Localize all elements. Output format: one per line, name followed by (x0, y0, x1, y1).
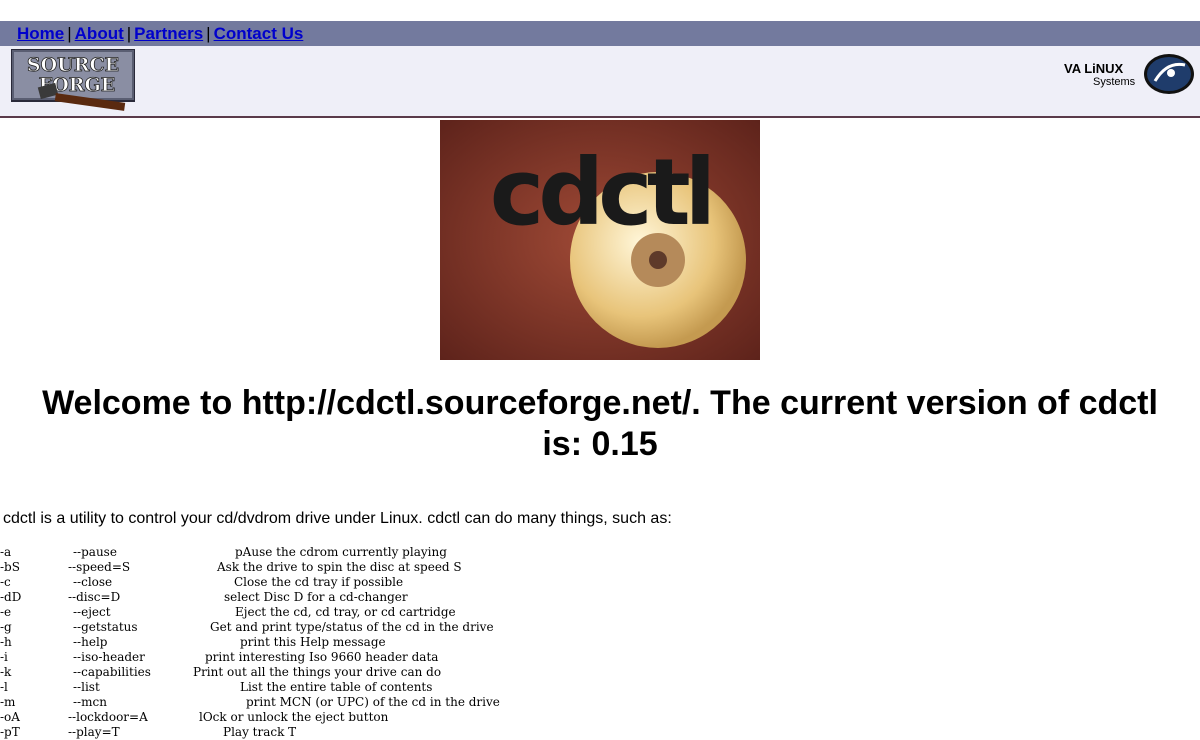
option-short: -a (0, 545, 12, 559)
option-short: -c (0, 575, 11, 589)
option-short: -l (0, 680, 8, 694)
option-desc: print interesting Iso 9660 header data (205, 650, 439, 664)
cdctl-logo-image: cdctl (440, 120, 760, 360)
option-desc: print MCN (or UPC) of the cd in the driv… (246, 695, 500, 709)
option-desc: Get and print type/status of the cd in t… (210, 620, 494, 634)
nav-link-about[interactable]: About (75, 24, 124, 43)
option-short: -pT (0, 725, 20, 739)
option-long: --eject (73, 605, 111, 619)
nav-separator: | (206, 24, 211, 43)
option-short: -m (0, 695, 16, 709)
nav-link-partners[interactable]: Partners (134, 24, 203, 43)
option-long: --speed=S (68, 560, 131, 574)
option-desc: Print out all the things your drive can … (193, 665, 442, 679)
option-desc: Ask the drive to spin the disc at speed … (217, 560, 462, 574)
option-long: --help (73, 635, 108, 649)
option-long: --iso-header (73, 650, 145, 664)
option-desc: Play track T (223, 725, 297, 739)
option-long: --disc=D (68, 590, 121, 604)
intro-text: cdctl is a utility to control your cd/dv… (3, 510, 672, 527)
welcome-heading: Welcome to http://cdctl.sourceforge.net/… (42, 384, 1158, 463)
option-short: -dD (0, 590, 22, 604)
option-short: -k (0, 665, 12, 679)
option-short: -oA (0, 710, 20, 724)
option-long: --lockdoor=A (68, 710, 148, 724)
option-desc: print this Help message (240, 635, 386, 649)
option-long: --capabilities (73, 665, 151, 679)
nav-link-home[interactable]: Home (17, 24, 64, 43)
va-linux-emblem-icon (1144, 54, 1194, 94)
option-desc: lOck or unlock the eject button (199, 710, 389, 724)
nav-links: Home | About | Partners | Contact Us (17, 23, 303, 44)
svg-text:cdctl: cdctl (490, 139, 710, 246)
option-desc: select Disc D for a cd-changer (224, 590, 408, 604)
sourceforge-logo[interactable]: SOURCE FORGE (11, 49, 135, 113)
va-linux-brand: VA LiNUX (1064, 61, 1124, 76)
option-short: -bS (0, 560, 20, 574)
option-long: --pause (73, 545, 117, 559)
option-short: -e (0, 605, 12, 619)
nav-separator: | (67, 24, 72, 43)
option-long: --getstatus (73, 620, 138, 634)
option-long: --close (73, 575, 113, 589)
option-desc: Eject the cd, cd tray, or cd cartridge (235, 605, 456, 619)
header-banner: SOURCE FORGE VA LiNUX Systems (0, 46, 1200, 118)
option-long: --list (73, 680, 100, 694)
va-linux-logo[interactable]: VA LiNUX Systems (1064, 54, 1194, 94)
top-nav-bar: Home | About | Partners | Contact Us (0, 21, 1200, 46)
nav-link-contact-us[interactable]: Contact Us (214, 24, 304, 43)
option-long: --play=T (68, 725, 120, 739)
svg-text:SOURCE: SOURCE (27, 54, 119, 76)
option-desc: Close the cd tray if possible (234, 575, 404, 589)
option-desc: pAuse the cdrom currently playing (235, 545, 447, 559)
option-short: -i (0, 650, 8, 664)
option-short: -h (0, 635, 12, 649)
option-desc: List the entire table of contents (240, 680, 433, 694)
va-linux-sub: Systems (1093, 76, 1136, 88)
option-short: -g (0, 620, 12, 634)
nav-separator: | (126, 24, 132, 43)
option-long: --mcn (73, 695, 107, 709)
